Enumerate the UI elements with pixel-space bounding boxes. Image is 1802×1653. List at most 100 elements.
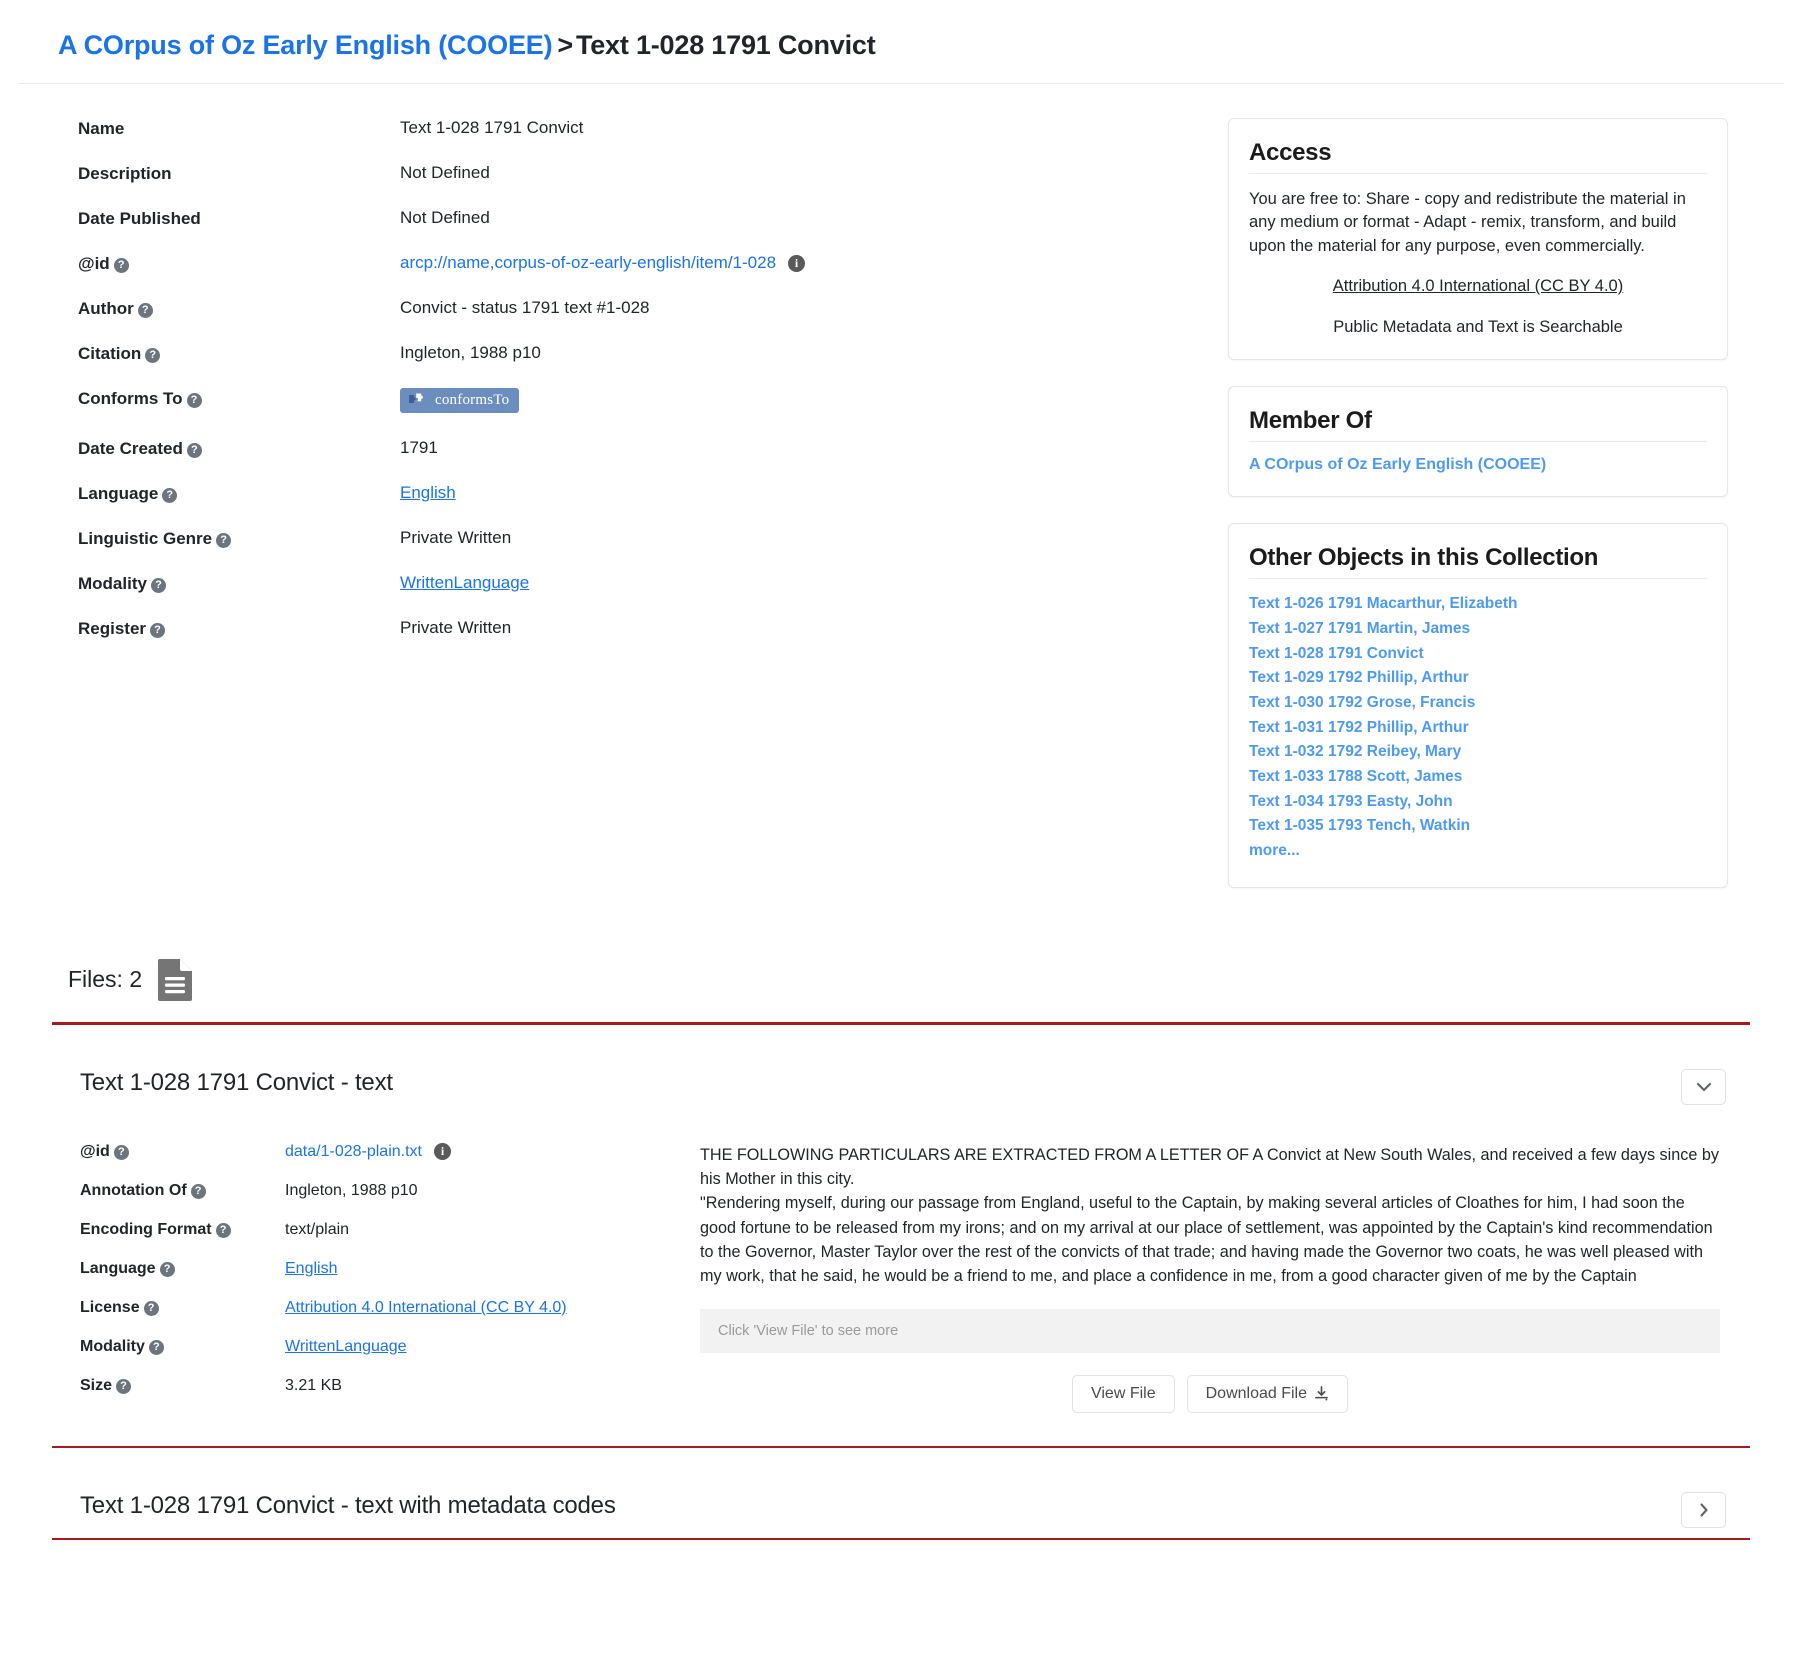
language-link[interactable]: English	[400, 483, 456, 502]
list-item: Text 1-026 1791 Macarthur, Elizabeth	[1249, 593, 1707, 615]
help-icon[interactable]: ?	[216, 533, 232, 548]
file-metadata-label-id: @id?	[80, 1143, 285, 1182]
metadata-label-text: Name	[78, 119, 125, 138]
help-icon[interactable]: ?	[143, 1300, 159, 1316]
file-action-buttons: View File Download File	[700, 1374, 1720, 1413]
divider	[1249, 441, 1707, 443]
table-row: Annotation Of? Ingleton, 1988 p10	[80, 1182, 700, 1221]
file-metadata-value: WrittenLanguage	[285, 1338, 700, 1377]
access-searchable-note: Public Metadata and Text is Searchable	[1333, 318, 1623, 337]
file-panel-text-with-metadata-codes: Text 1-028 1791 Convict - text with meta…	[0, 1448, 1802, 1528]
other-object-link[interactable]: Text 1-026 1791 Macarthur, Elizabeth	[1249, 595, 1518, 612]
file-id-link[interactable]: data/1-028-plain.txt	[285, 1143, 422, 1160]
other-objects-more-link[interactable]: more...	[1249, 842, 1300, 859]
table-row: Language? English	[80, 1260, 700, 1299]
modality-link[interactable]: WrittenLanguage	[400, 573, 529, 592]
metadata-column: Name Text 1-028 1791 Convict Description…	[40, 118, 1210, 663]
access-card: Access You are free to: Share - copy and…	[1228, 118, 1728, 361]
help-icon[interactable]: ?	[116, 1378, 132, 1394]
other-objects-card-title: Other Objects in this Collection	[1249, 544, 1599, 572]
conforms-to-badge[interactable]: conformsTo	[400, 388, 520, 413]
metadata-label-text: Language	[78, 484, 159, 503]
table-row: Date Published Not Defined	[78, 208, 1210, 253]
license-link[interactable]: Attribution 4.0 International (CC BY 4.0…	[1333, 277, 1623, 296]
help-icon[interactable]: ?	[186, 443, 202, 458]
help-icon[interactable]: ?	[159, 1261, 175, 1277]
metadata-value: English	[400, 483, 1210, 528]
list-item: Text 1-028 1791 Convict	[1249, 643, 1707, 665]
metadata-value: Private Written	[400, 528, 1210, 573]
metadata-value-text: 1791	[400, 438, 438, 457]
file-preview-column: THE FOLLOWING PARTICULARS ARE EXTRACTED …	[700, 1143, 1726, 1416]
help-icon[interactable]: ?	[113, 258, 129, 273]
metadata-value: WrittenLanguage	[400, 573, 1210, 618]
file-license-link[interactable]: Attribution 4.0 International (CC BY 4.0…	[285, 1299, 567, 1316]
other-object-link[interactable]: Text 1-028 1791 Convict	[1249, 645, 1424, 662]
other-object-link[interactable]: Text 1-029 1792 Phillip, Arthur	[1249, 669, 1469, 686]
file-panel-title: Text 1-028 1791 Convict - text with meta…	[80, 1491, 616, 1519]
help-icon[interactable]: ?	[162, 488, 178, 503]
table-row: Encoding Format? text/plain	[80, 1221, 700, 1260]
file-language-link[interactable]: English	[285, 1260, 337, 1277]
other-object-link[interactable]: Text 1-030 1792 Grose, Francis	[1249, 694, 1475, 711]
file-panel-expand-button[interactable]	[1681, 1491, 1726, 1528]
metadata-label-citation: Citation?	[78, 343, 400, 388]
breadcrumb-bar: A COrpus of Oz Early English (COOEE) > Tex…	[18, 0, 1784, 84]
help-icon[interactable]: ?	[150, 578, 166, 593]
other-object-link[interactable]: Text 1-027 1791 Martin, James	[1249, 620, 1470, 637]
help-icon[interactable]: ?	[215, 1222, 231, 1238]
metadata-label-text: Date Created	[78, 439, 183, 458]
help-icon[interactable]: ?	[137, 303, 153, 318]
view-file-button[interactable]: View File	[1071, 1374, 1175, 1413]
metadata-label-text: Citation	[78, 344, 142, 363]
metadata-label: Description	[78, 163, 400, 208]
help-icon[interactable]: ?	[150, 623, 166, 638]
table-row: Size? 3.21 KB	[80, 1377, 700, 1416]
other-object-link[interactable]: Text 1-034 1793 Easty, John	[1249, 793, 1453, 810]
file-panel-collapse-button[interactable]	[1681, 1068, 1726, 1105]
list-item: Text 1-031 1792 Phillip, Arthur	[1249, 717, 1707, 739]
file-panel-title: Text 1-028 1791 Convict - text	[80, 1068, 393, 1096]
metadata-label: Name	[78, 118, 400, 163]
help-icon[interactable]: ?	[113, 1144, 129, 1160]
other-object-link[interactable]: Text 1-031 1792 Phillip, Arthur	[1249, 719, 1469, 736]
file-metadata-value: 3.21 KB	[285, 1376, 342, 1394]
metadata-label-modality: Modality?	[78, 573, 400, 618]
sidebar-cards: Access You are free to: Share - copy and…	[1228, 118, 1728, 914]
file-metadata-label-license: License?	[80, 1299, 285, 1338]
table-row: Linguistic Genre? Private Written	[78, 528, 1210, 573]
file-metadata-value: Attribution 4.0 International (CC BY 4.0…	[285, 1299, 700, 1338]
metadata-table-body: Name Text 1-028 1791 Convict Description…	[78, 118, 1210, 663]
table-row: License? Attribution 4.0 International (…	[80, 1299, 700, 1338]
table-row: Citation? Ingleton, 1988 p10	[78, 343, 1210, 388]
file-metadata-value: text/plain	[285, 1220, 350, 1238]
other-object-link[interactable]: Text 1-033 1788 Scott, James	[1249, 768, 1462, 785]
info-icon[interactable]: i	[788, 255, 806, 272]
other-object-link[interactable]: Text 1-035 1793 Tench, Watkin	[1249, 817, 1470, 834]
other-objects-card: Other Objects in this Collection Text 1-…	[1228, 523, 1728, 888]
help-icon[interactable]: ?	[148, 1339, 164, 1355]
download-file-button-label: Download File	[1205, 1384, 1307, 1402]
file-panel-text: Text 1-028 1791 Convict - text @id? data…	[0, 1025, 1802, 1436]
help-icon[interactable]: ?	[190, 1183, 206, 1199]
file-metadata-label-annotation-of: Annotation Of?	[80, 1182, 285, 1221]
help-icon[interactable]: ?	[186, 393, 202, 408]
info-icon[interactable]: i	[433, 1142, 451, 1160]
file-metadata-table: @id? data/1-028-plain.txt i Annotation Of…	[80, 1142, 700, 1416]
file-metadata-label-language: Language?	[80, 1260, 285, 1299]
other-object-link[interactable]: Text 1-032 1792 Reibey, Mary	[1249, 743, 1461, 760]
file-preview-more-hint: Click 'View File' to see more	[700, 1308, 1720, 1353]
metadata-table: Name Text 1-028 1791 Convict Description…	[78, 118, 1210, 663]
puzzle-piece-icon	[409, 393, 423, 403]
id-link[interactable]: arcp://name,corpus-of-oz-early-english/i…	[400, 253, 776, 272]
table-row: Description Not Defined	[78, 163, 1210, 208]
help-icon[interactable]: ?	[145, 348, 161, 363]
download-file-button[interactable]: Download File	[1186, 1374, 1348, 1413]
metadata-label-language: Language?	[78, 483, 400, 528]
metadata-label-text: Conforms To	[78, 389, 183, 408]
metadata-value: Ingleton, 1988 p10	[400, 343, 1210, 388]
document-icon	[158, 958, 193, 1001]
breadcrumb-collection-link[interactable]: A COrpus of Oz Early English (COOEE)	[58, 30, 553, 60]
file-modality-link[interactable]: WrittenLanguage	[285, 1338, 407, 1355]
member-of-collection-link[interactable]: A COrpus of Oz Early English (COOEE)	[1249, 456, 1546, 474]
